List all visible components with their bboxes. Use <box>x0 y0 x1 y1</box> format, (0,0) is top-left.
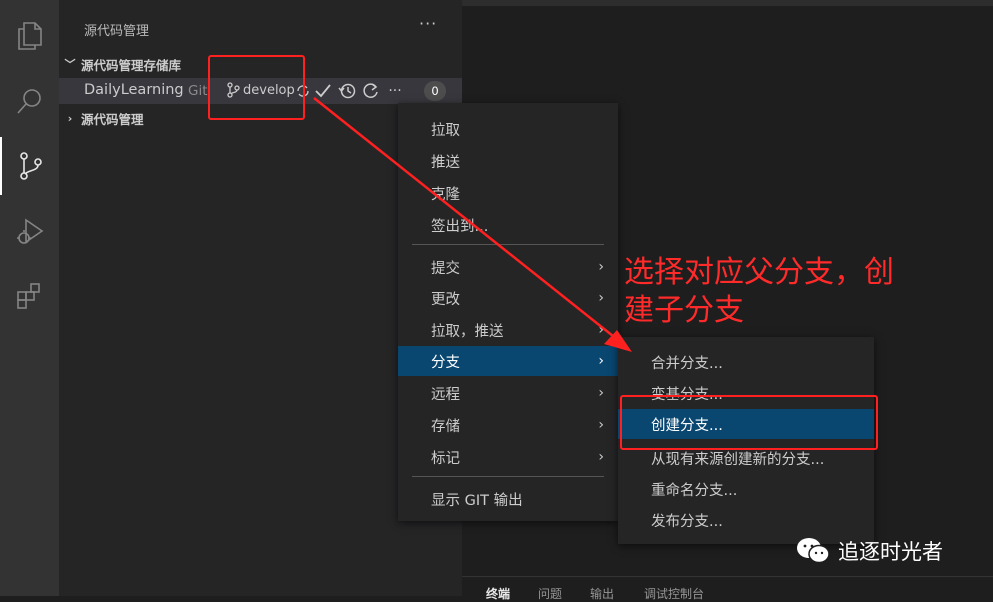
wechat-icon <box>797 538 830 564</box>
chevron-right-icon: › <box>598 290 604 306</box>
annotation-text: 选择对应父分支，创 建子分支 <box>624 254 894 330</box>
menu-item-branch[interactable]: 分支 › <box>398 346 618 376</box>
repo-name: DailyLearning <box>84 82 184 98</box>
menu-separator <box>412 244 604 245</box>
tab-output[interactable]: 输出 <box>590 585 614 602</box>
watermark-text: 追逐时光者 <box>838 540 943 564</box>
menu-item-stash[interactable]: 存储 › <box>398 410 618 440</box>
menu-item-changes[interactable]: 更改 › <box>398 283 618 313</box>
menu-item-remote[interactable]: 远程 › <box>398 378 618 408</box>
annotation-line-1: 选择对应父分支，创 <box>624 255 894 290</box>
submenu-item-merge-branch[interactable]: 合并分支... <box>618 347 874 377</box>
menu-item-commit[interactable]: 提交 › <box>398 252 618 282</box>
check-icon[interactable] <box>311 80 335 102</box>
run-debug-icon[interactable] <box>0 202 59 260</box>
chevron-right-icon: › <box>67 111 73 125</box>
chevron-down-icon: ﹀ <box>64 58 76 71</box>
annotation-line-2: 建子分支 <box>624 293 744 328</box>
chevron-right-icon: › <box>598 259 604 275</box>
changes-count-badge: 0 <box>424 81 446 101</box>
tab-problems[interactable]: 问题 <box>538 585 562 602</box>
repo-actions: ··· <box>295 80 407 102</box>
chevron-right-icon: › <box>598 322 604 338</box>
submenu-item-rename-branch[interactable]: 重命名分支... <box>618 474 874 504</box>
menu-item-pull-push[interactable]: 拉取，推送 › <box>398 315 618 345</box>
watermark: 追逐时光者 <box>796 536 943 566</box>
section-scm-label: 源代码管理 <box>81 111 144 127</box>
menu-item-pull[interactable]: 拉取 <box>398 114 618 144</box>
menu-separator <box>412 476 604 477</box>
search-icon[interactable] <box>0 72 59 130</box>
tab-terminal[interactable]: 终端 <box>486 585 510 602</box>
menu-item-checkout[interactable]: 签出到... <box>398 210 618 240</box>
submenu-item-publish-branch[interactable]: 发布分支... <box>618 505 874 535</box>
sidebar-title: 源代码管理 <box>84 24 150 39</box>
menu-item-push[interactable]: 推送 <box>398 146 618 176</box>
editor-title-area <box>462 0 993 6</box>
annotation-box-branch <box>208 55 305 120</box>
tab-debug-console[interactable]: 调试控制台 <box>644 585 704 602</box>
source-control-icon[interactable] <box>0 137 59 195</box>
extensions-icon[interactable] <box>0 267 59 325</box>
context-menu: 拉取 推送 克隆 签出到... 提交 › 更改 › 拉取，推送 › 分支 › 远程 › 存… <box>398 103 618 521</box>
activity-bar <box>0 0 59 596</box>
chevron-right-icon: › <box>598 353 604 369</box>
panel-tabs: 终端 问题 输出 调试控制台 <box>462 576 993 601</box>
menu-item-tags[interactable]: 标记 › <box>398 442 618 472</box>
section-repositories-label: 源代码管理存储库 <box>81 57 182 73</box>
explorer-icon[interactable] <box>0 7 59 65</box>
repo-kind: Git <box>188 83 208 99</box>
repo-more-actions-button[interactable]: ··· <box>383 80 407 102</box>
history-icon[interactable] <box>335 80 359 102</box>
chevron-right-icon: › <box>598 385 604 401</box>
annotation-box-create-branch <box>620 395 878 450</box>
sidebar-more-actions-button[interactable]: ··· <box>419 14 437 33</box>
refresh-icon[interactable] <box>359 80 383 102</box>
menu-item-clone[interactable]: 克隆 <box>398 178 618 208</box>
menu-item-show-git-output[interactable]: 显示 GIT 输出 <box>398 484 618 514</box>
chevron-right-icon: › <box>598 449 604 465</box>
chevron-right-icon: › <box>598 417 604 433</box>
